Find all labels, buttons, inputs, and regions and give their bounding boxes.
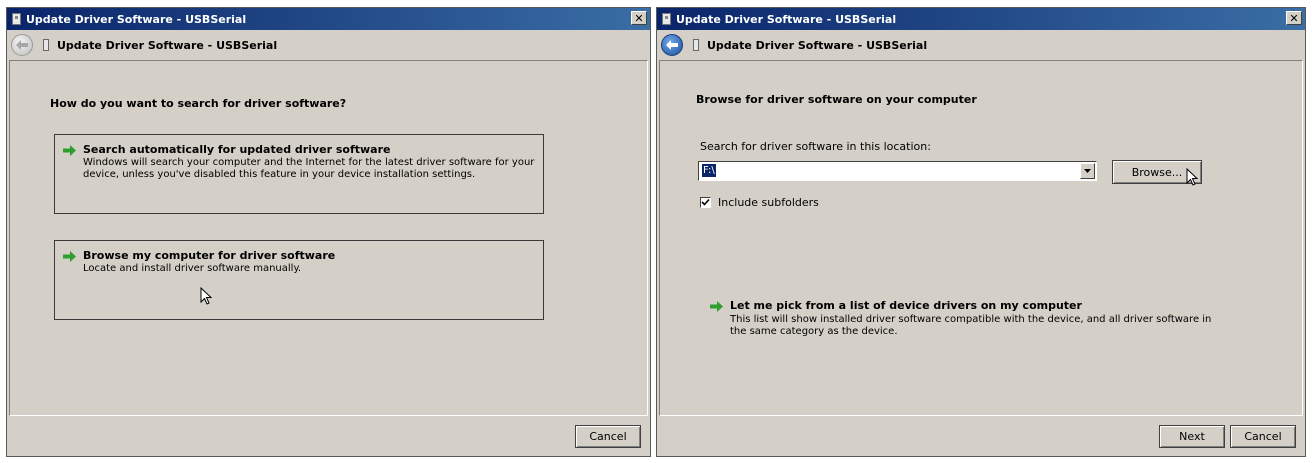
- page-heading: Browse for driver software on your compu…: [696, 93, 977, 106]
- device-icon: [12, 13, 21, 25]
- option-title: Search automatically for updated driver …: [83, 143, 391, 156]
- usb-device-icon: [693, 39, 699, 51]
- option-description: Windows will search your computer and th…: [83, 157, 535, 180]
- back-button[interactable]: [661, 34, 683, 56]
- option-description: Locate and install driver software manua…: [83, 263, 302, 274]
- green-arrow-icon: [63, 251, 76, 262]
- nav-title: Update Driver Software - USBSerial: [707, 38, 928, 52]
- mouse-pointer-icon: [200, 287, 212, 305]
- device-icon: [662, 13, 671, 25]
- green-arrow-icon: [63, 145, 76, 156]
- option-title: Browse my computer for driver software: [83, 249, 336, 262]
- back-arrow-icon: [666, 40, 678, 50]
- title-bar: Update Driver Software - USBSerial ✕: [7, 8, 650, 30]
- include-subfolders-label[interactable]: Include subfolders: [718, 196, 819, 209]
- usb-device-icon: [43, 39, 49, 51]
- location-label: Search for driver software in this locat…: [700, 140, 931, 153]
- mouse-pointer-icon: [1186, 168, 1198, 186]
- window-title: Update Driver Software - USBSerial: [676, 12, 897, 26]
- close-button[interactable]: ✕: [631, 11, 647, 25]
- page-question: How do you want to search for driver sof…: [50, 97, 347, 110]
- nav-title: Update Driver Software - USBSerial: [57, 38, 278, 52]
- pick-from-list-description: This list will show installed driver sof…: [730, 314, 1212, 337]
- close-button[interactable]: ✕: [1286, 11, 1302, 25]
- wizard-footer: Cancel: [7, 416, 650, 456]
- location-combobox[interactable]: F:\: [698, 161, 1097, 181]
- browse-computer-option[interactable]: Browse my computer for driver software L…: [54, 240, 544, 320]
- nav-bar: Update Driver Software - USBSerial: [7, 30, 650, 60]
- chevron-down-icon: [1084, 169, 1091, 173]
- checkmark-icon: [701, 198, 710, 206]
- green-arrow-icon: [710, 301, 723, 312]
- wizard-footer: Next Cancel: [657, 416, 1305, 456]
- cancel-button[interactable]: Cancel: [575, 425, 641, 448]
- update-driver-window-left: Update Driver Software - USBSerial ✕ Upd…: [6, 7, 651, 457]
- wizard-content: Browse for driver software on your compu…: [659, 60, 1303, 416]
- cancel-button[interactable]: Cancel: [1230, 425, 1296, 448]
- location-input[interactable]: F:\: [702, 164, 716, 177]
- window-title: Update Driver Software - USBSerial: [26, 12, 247, 26]
- dropdown-button[interactable]: [1080, 163, 1095, 179]
- title-bar: Update Driver Software - USBSerial ✕: [657, 8, 1305, 30]
- back-button: [11, 34, 33, 56]
- nav-bar: Update Driver Software - USBSerial: [657, 30, 1305, 60]
- next-button[interactable]: Next: [1159, 425, 1225, 448]
- include-subfolders-checkbox[interactable]: [700, 197, 711, 208]
- search-automatically-option[interactable]: Search automatically for updated driver …: [54, 134, 544, 214]
- update-driver-window-right: Update Driver Software - USBSerial ✕ Upd…: [656, 7, 1306, 457]
- pick-from-list-link[interactable]: Let me pick from a list of device driver…: [730, 299, 1082, 312]
- wizard-content: How do you want to search for driver sof…: [9, 60, 648, 416]
- back-arrow-icon: [16, 40, 28, 50]
